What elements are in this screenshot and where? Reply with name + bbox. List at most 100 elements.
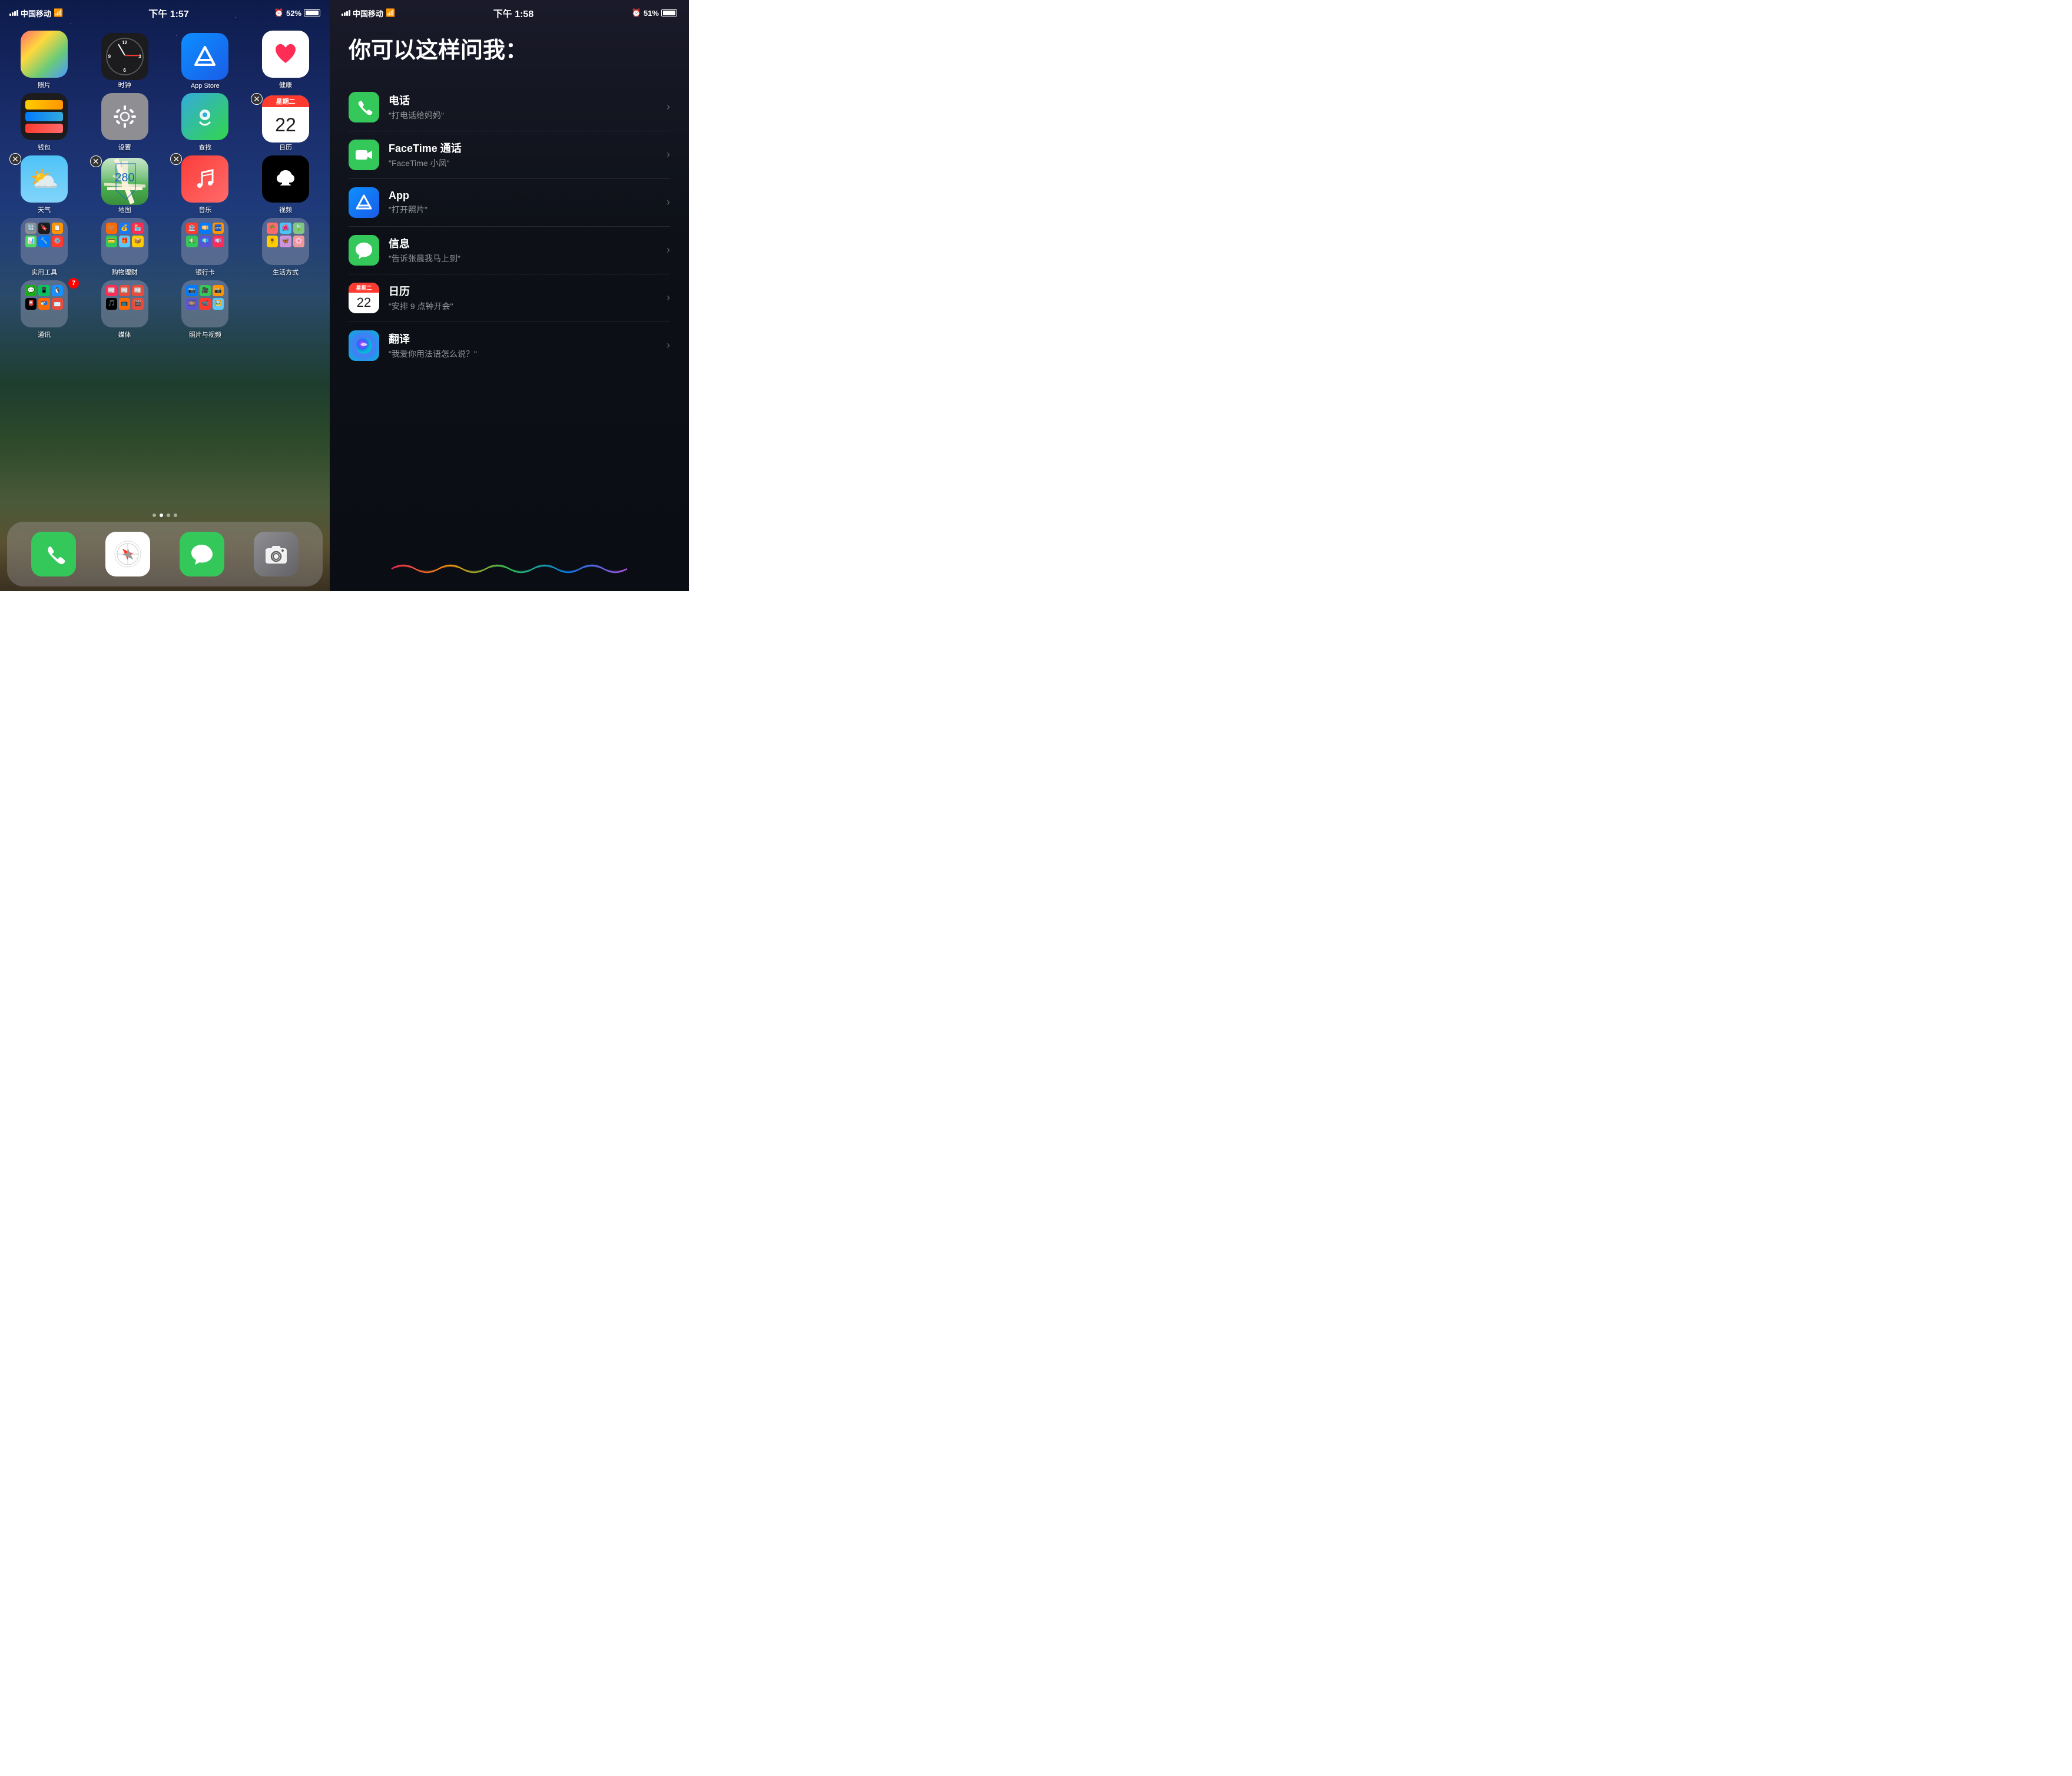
findmy-icon [181, 93, 228, 140]
dock-phone-icon [31, 532, 76, 576]
clock-icon-small: ⏰ [274, 8, 284, 18]
app-maps[interactable]: ✕ 280 地图 [92, 158, 157, 214]
siri-calendar-text: 日历 "安排 9 点钟开会" [389, 283, 657, 312]
dock-camera[interactable] [254, 532, 299, 576]
siri-title: 你可以这样问我： [349, 38, 670, 65]
siri-item-messages[interactable]: 信息 "告诉张晨我马上到" › [349, 227, 670, 274]
folder-bank-grid: 🏦 💴 🏧 💵 💶 💷 [181, 218, 228, 265]
app-findmy[interactable]: 查找 [173, 93, 237, 152]
delete-weather[interactable]: ✕ [9, 153, 21, 165]
app-folder-media[interactable]: 📰 📰 📰 🎵 📺 🎬 媒体 [92, 280, 157, 339]
settings-svg [111, 103, 138, 130]
f2-3: 🏪 [132, 223, 143, 234]
photos-icon [21, 31, 68, 78]
delete-music[interactable]: ✕ [170, 153, 182, 165]
dock-messages[interactable] [180, 532, 224, 576]
status-bar-right: 中国移动 📶 下午 1:58 ⏰ 51% [330, 0, 689, 26]
f1-2: 🔖 [38, 223, 49, 234]
dock-messages-icon [180, 532, 224, 576]
dock-safari-icon [105, 532, 150, 576]
siri-item-app[interactable]: App "打开照片" › [349, 179, 670, 227]
app-weather[interactable]: ✕ ⛅ 天气 [12, 155, 77, 214]
siri-item-translate[interactable]: 翻译 "我爱你用法语怎么说？" › [349, 322, 670, 369]
folder-media-grid: 📰 📰 📰 🎵 📺 🎬 [101, 280, 148, 327]
folder-bank-icon: 🏦 💴 🏧 💵 💶 💷 [181, 218, 228, 265]
app-grid: 照片 12 3 6 9 时钟 [0, 26, 330, 509]
siri-translate-subtitle: "我爱你用法语怎么说？" [389, 348, 657, 360]
app-settings[interactable]: 设置 [92, 93, 157, 152]
app-folder-lifestyle[interactable]: 🌴 🌺 🍃 🌻 🦋 🌸 生活方式 [253, 218, 318, 277]
camera-svg [263, 541, 289, 567]
fpv1: 📷 [186, 285, 197, 296]
appstore-icon [181, 33, 228, 80]
folder-media-icon: 📰 📰 📰 🎵 📺 🎬 [101, 280, 148, 327]
siri-sig-3 [346, 11, 348, 16]
folder-utils-icon: 🔢 🔖 📋 📊 🔧 ⚙️ [21, 218, 68, 265]
siri-cal-header: 星期二 [349, 283, 379, 293]
dot-1 [153, 513, 156, 517]
folder-shopping-icon: 🛒 💰 🏪 💳 🎁 📦 [101, 218, 148, 265]
siri-sig-4 [349, 10, 350, 16]
maps-label: 地图 [118, 205, 131, 214]
time-left: 下午 1:57 [148, 6, 188, 20]
app-row-3: ✕ ⛅ 天气 ✕ 2 [9, 155, 320, 214]
folder-utils-grid: 🔢 🔖 📋 📊 🔧 ⚙️ [21, 218, 68, 265]
dock [7, 522, 323, 587]
delete-maps[interactable]: ✕ [90, 155, 102, 167]
folder-comm-label: 通讯 [38, 330, 51, 339]
weather-emoji: ⛅ [29, 165, 59, 193]
dot-2 [160, 513, 163, 517]
siri-messages-text: 信息 "告诉张晨我马上到" [389, 236, 657, 264]
status-bar-left: 中国移动 📶 下午 1:57 ⏰ 52% [0, 0, 330, 26]
app-photos[interactable]: 照片 [12, 31, 77, 90]
siri-item-calendar[interactable]: 星期二 22 日历 "安排 9 点钟开会" › [349, 274, 670, 322]
f1-5: 🔧 [38, 236, 49, 247]
app-music[interactable]: ✕ 音乐 [173, 155, 237, 214]
app-folder-shopping[interactable]: 🛒 💰 🏪 💳 🎁 📦 购物理财 [92, 218, 157, 277]
fc4: 📮 [25, 298, 37, 309]
siri-status-right: ⏰ 51% [632, 8, 677, 18]
f3-3: 🏧 [213, 223, 224, 234]
svg-text:280: 280 [115, 171, 134, 184]
folder-media-label: 媒体 [118, 330, 131, 339]
app-appstore[interactable]: App Store [173, 33, 237, 90]
siri-item-phone[interactable]: 电话 "打电话给妈妈" › [349, 84, 670, 131]
wallet-card-3 [25, 124, 63, 133]
fpv3: 📸 [213, 285, 224, 296]
siri-translate-text: 翻译 "我爱你用法语怎么说？" [389, 331, 657, 360]
siri-translate-chevron: › [667, 339, 670, 352]
clock-icon: 12 3 6 9 [101, 33, 148, 80]
siri-clock-icon: ⏰ [632, 8, 641, 18]
app-folder-bank[interactable]: 🏦 💴 🏧 💵 💶 💷 银行卡 [173, 218, 237, 277]
siri-messages-svg [354, 241, 373, 260]
siri-time: 下午 1:58 [493, 6, 533, 20]
f2-4: 💳 [106, 236, 117, 247]
signal-bar-1 [9, 14, 11, 16]
app-clock[interactable]: 12 3 6 9 时钟 [92, 33, 157, 90]
app-folder-photo-video[interactable]: 📷 🎥 📸 🎞️ 📹 🖼️ 照片与视频 [173, 280, 237, 339]
app-health[interactable]: 健康 [253, 31, 318, 90]
siri-phone-svg [355, 98, 373, 116]
siri-sig-2 [344, 12, 346, 16]
siri-calendar-chevron: › [667, 291, 670, 304]
app-folder-comm[interactable]: 7 💬 📱 🐧 📮 📬 📩 通讯 [12, 280, 77, 339]
folder-utils-label: 实用工具 [31, 267, 57, 277]
battery-percent-left: 52% [286, 9, 301, 18]
appletv-label: 视频 [279, 205, 292, 214]
app-calendar[interactable]: ✕ 星期二 22 日历 [253, 95, 318, 152]
app-folder-utils[interactable]: 🔢 🔖 📋 📊 🔧 ⚙️ 实用工具 [12, 218, 77, 277]
siri-item-facetime[interactable]: FaceTime 通话 "FaceTime 小凤" › [349, 131, 670, 179]
wifi-icon-left: 📶 [54, 8, 63, 18]
folder-comm-grid: 💬 📱 🐧 📮 📬 📩 [21, 280, 68, 327]
dock-safari[interactable] [105, 532, 150, 576]
left-panel: 中国移动 📶 下午 1:57 ⏰ 52% 照片 [0, 0, 330, 591]
maps-overlay: 280 [101, 158, 148, 205]
dock-phone[interactable] [31, 532, 76, 576]
folder-lifestyle-grid: 🌴 🌺 🍃 🌻 🦋 🌸 [262, 218, 309, 265]
app-appletv[interactable]: 视频 [253, 155, 318, 214]
delete-calendar[interactable]: ✕ [251, 93, 263, 105]
folder-lifestyle-label: 生活方式 [273, 267, 299, 277]
app-wallet[interactable]: 钱包 [12, 93, 77, 152]
fc2: 📱 [38, 285, 49, 296]
cal-header: 星期二 [262, 95, 309, 107]
